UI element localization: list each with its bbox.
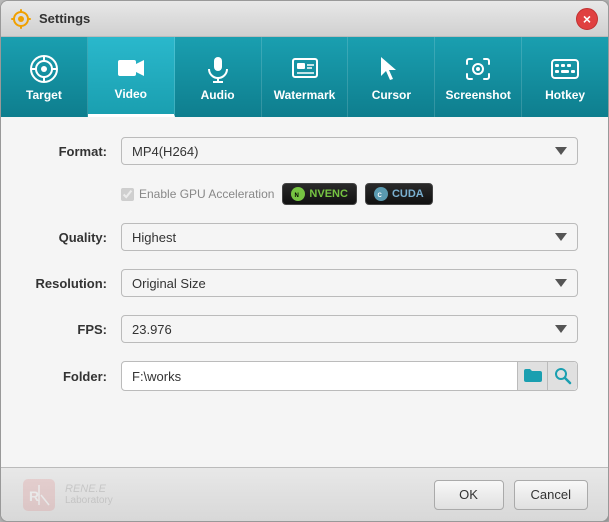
nvenc-button[interactable]: N NVENC: [282, 183, 357, 205]
nvenc-logo-icon: N: [291, 187, 305, 201]
watermark-logo: R RENE.E Laboratory: [21, 477, 424, 513]
folder-browse-button[interactable]: [517, 362, 547, 390]
quality-label: Quality:: [31, 230, 121, 245]
quality-dropdown[interactable]: Highest High Medium Low: [121, 223, 578, 251]
folder-input[interactable]: [122, 362, 517, 390]
fps-dropdown[interactable]: 23.976 24 25 29.97 30 60: [121, 315, 578, 343]
gpu-checkbox-group: Enable GPU Acceleration: [121, 187, 274, 201]
format-control: MP4(H264) MP4(H265) AVI MOV GIF: [121, 137, 578, 165]
quality-control: Highest High Medium Low: [121, 223, 578, 251]
settings-window: Settings × Target Video: [0, 0, 609, 522]
ok-button[interactable]: OK: [434, 480, 504, 510]
fps-label: FPS:: [31, 322, 121, 337]
gpu-label: Enable GPU Acceleration: [139, 187, 274, 201]
watermark-line1: RENE.E: [65, 483, 113, 495]
tab-screenshot-label: Screenshot: [446, 88, 511, 102]
folder-input-wrap: [121, 361, 578, 391]
tab-target-label: Target: [26, 88, 62, 102]
quality-row: Quality: Highest High Medium Low: [31, 223, 578, 251]
content-area: Format: MP4(H264) MP4(H265) AVI MOV GIF …: [1, 117, 608, 467]
resolution-label: Resolution:: [31, 276, 121, 291]
folder-search-button[interactable]: [547, 362, 577, 390]
title-bar: Settings ×: [1, 1, 608, 37]
tab-hotkey-label: Hotkey: [545, 88, 585, 102]
watermark-line2: Laboratory: [65, 495, 113, 506]
resolution-control: Original Size 1920x1080 1280x720 854x480: [121, 269, 578, 297]
format-label: Format:: [31, 144, 121, 159]
settings-icon: [11, 9, 31, 29]
tab-watermark[interactable]: Watermark: [262, 37, 349, 117]
format-row: Format: MP4(H264) MP4(H265) AVI MOV GIF: [31, 137, 578, 165]
gpu-checkbox[interactable]: [121, 188, 134, 201]
fps-control: 23.976 24 25 29.97 30 60: [121, 315, 578, 343]
cuda-label: CUDA: [392, 188, 424, 200]
tab-target[interactable]: Target: [1, 37, 88, 117]
cursor-icon: [376, 54, 406, 84]
tab-screenshot[interactable]: Screenshot: [435, 37, 522, 117]
svg-text:C: C: [377, 193, 382, 199]
audio-icon: [203, 54, 233, 84]
hotkey-icon: [550, 54, 580, 84]
target-icon: [29, 54, 59, 84]
format-dropdown[interactable]: MP4(H264) MP4(H265) AVI MOV GIF: [121, 137, 578, 165]
bottom-bar: R RENE.E Laboratory OK Cancel: [1, 467, 608, 521]
tab-cursor[interactable]: Cursor: [348, 37, 435, 117]
folder-label: Folder:: [31, 369, 121, 384]
fps-row: FPS: 23.976 24 25 29.97 30 60: [31, 315, 578, 343]
nvenc-label: NVENC: [309, 188, 348, 200]
folder-control: [121, 361, 578, 391]
tab-video[interactable]: Video: [88, 37, 175, 117]
tab-cursor-label: Cursor: [372, 88, 411, 102]
svg-text:N: N: [295, 193, 299, 199]
resolution-dropdown[interactable]: Original Size 1920x1080 1280x720 854x480: [121, 269, 578, 297]
gpu-row: Enable GPU Acceleration N NVENC C CUDA: [121, 183, 578, 205]
watermark-text: RENE.E Laboratory: [65, 483, 113, 506]
folder-icon: [524, 368, 542, 384]
resolution-row: Resolution: Original Size 1920x1080 1280…: [31, 269, 578, 297]
tab-watermark-label: Watermark: [274, 88, 336, 102]
cuda-logo-icon: C: [374, 187, 388, 201]
tab-audio-label: Audio: [201, 88, 235, 102]
search-icon: [554, 367, 572, 385]
tab-hotkey[interactable]: Hotkey: [522, 37, 608, 117]
tab-video-label: Video: [115, 87, 147, 101]
cuda-button[interactable]: C CUDA: [365, 183, 433, 205]
folder-row: Folder:: [31, 361, 578, 391]
screenshot-icon: [463, 54, 493, 84]
cancel-button[interactable]: Cancel: [514, 480, 588, 510]
tab-bar: Target Video Audio: [1, 37, 608, 117]
close-button[interactable]: ×: [576, 8, 598, 30]
svg-text:R: R: [29, 488, 39, 504]
tab-audio[interactable]: Audio: [175, 37, 262, 117]
window-title: Settings: [39, 11, 576, 26]
watermark-icon: [290, 54, 320, 84]
rene-logo-icon: R: [21, 477, 57, 513]
video-icon: [116, 53, 146, 83]
